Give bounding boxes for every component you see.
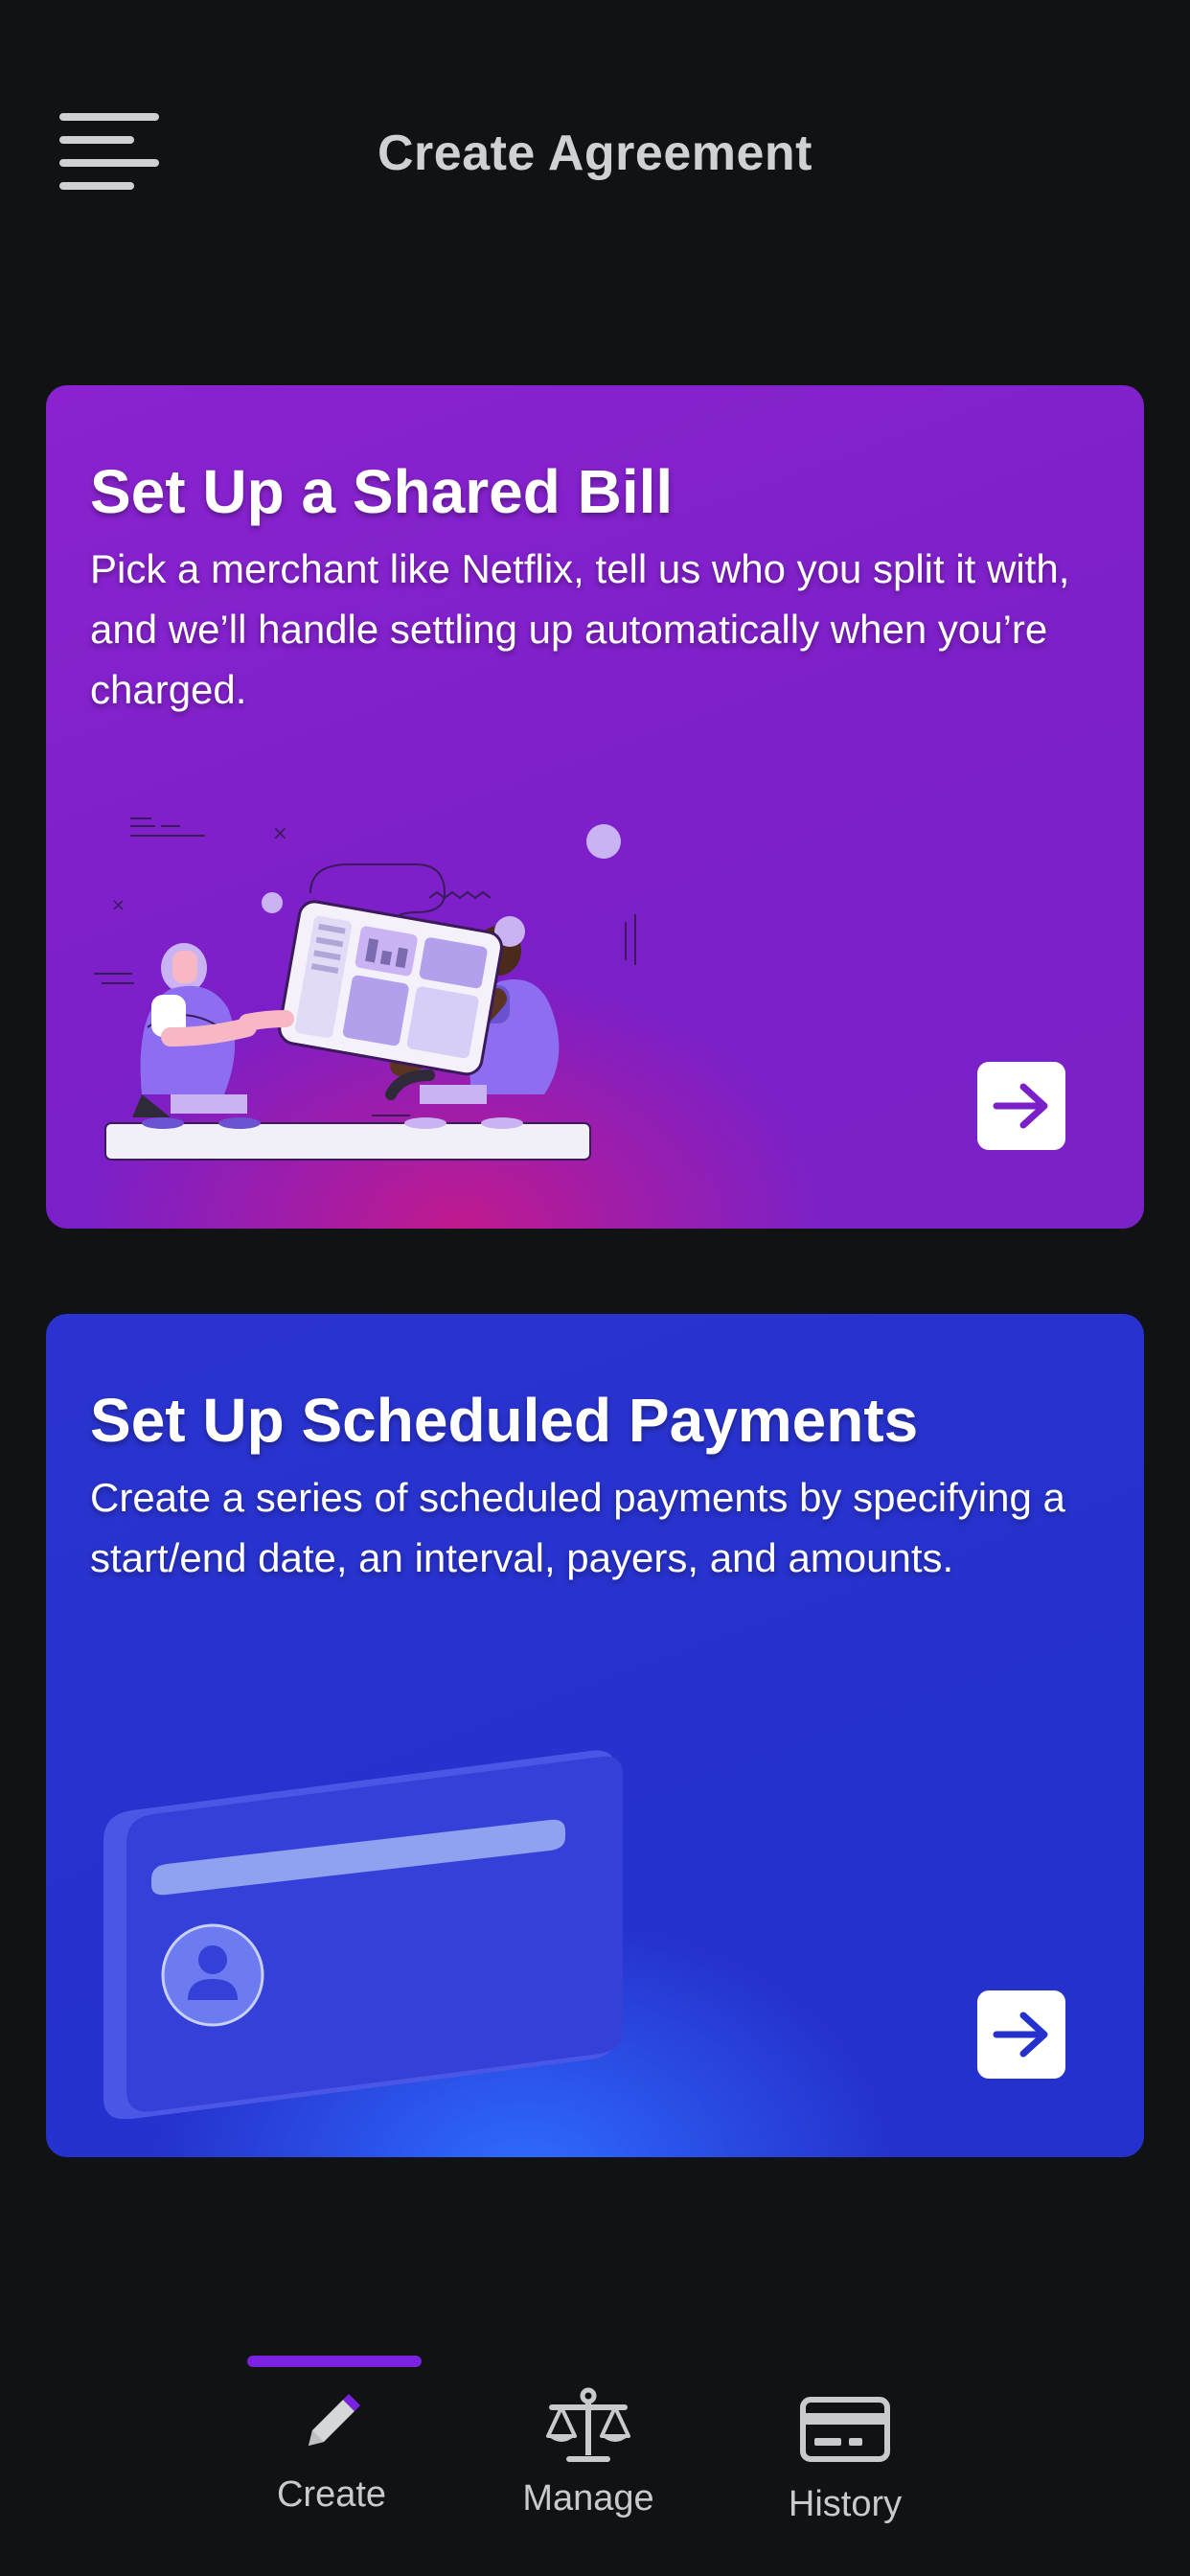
bottom-tab-bar: Create Manage History (0, 2338, 1190, 2576)
tab-history[interactable]: History (749, 2338, 941, 2530)
tab-manage-label: Manage (522, 2478, 654, 2518)
page-title: Create Agreement (377, 126, 812, 181)
scheduled-payments-title: Set Up Scheduled Payments (90, 1386, 919, 1455)
arrow-right-icon (993, 1083, 1048, 1129)
arrow-right-icon (993, 2012, 1048, 2058)
svg-text:×: × (272, 821, 288, 844)
tab-create[interactable]: Create (236, 2338, 427, 2530)
card-icon (800, 2397, 890, 2462)
scheduled-payments-description: Create a series of scheduled payments by… (90, 1475, 1065, 1580)
shared-bill-description: Pick a merchant like Netflix, tell us wh… (90, 546, 1070, 712)
scheduled-payments-card[interactable]: Set Up Scheduled Payments Create a serie… (46, 1314, 1144, 2157)
tab-create-label: Create (276, 2474, 387, 2515)
scale-icon (546, 2387, 630, 2462)
scheduled-payments-arrow-button[interactable] (977, 1990, 1065, 2079)
credit-card-illustration (103, 1750, 623, 2119)
tab-history-label: History (788, 2484, 903, 2524)
svg-text:×: × (111, 895, 126, 915)
shared-bill-title: Set Up a Shared Bill (90, 457, 674, 526)
shared-bill-illustration: × × (94, 817, 636, 1161)
shared-bill-card[interactable]: Set Up a Shared Bill Pick a merchant lik… (46, 385, 1144, 1229)
shared-bill-arrow-button[interactable] (977, 1062, 1065, 1150)
header: Create Agreement (0, 0, 1190, 316)
pencil-icon (309, 2394, 360, 2446)
tab-manage[interactable]: Manage (492, 2338, 684, 2530)
